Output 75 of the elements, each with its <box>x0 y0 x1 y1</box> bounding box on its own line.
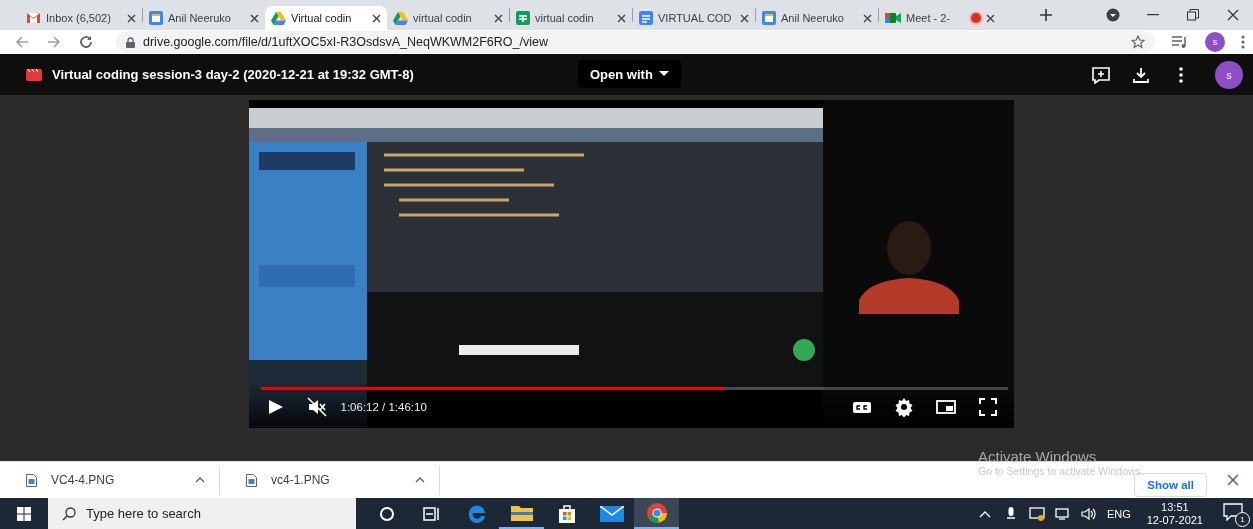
chevron-up-icon[interactable] <box>415 477 425 483</box>
profile-menu-icon[interactable] <box>1106 8 1120 22</box>
browser-tab[interactable]: VIRTUAL COD <box>633 6 755 30</box>
browser-tab[interactable]: Meet - 2- <box>879 6 1001 30</box>
image-file-icon <box>26 473 37 487</box>
notification-center[interactable]: 1 <box>1223 502 1247 525</box>
windows-start-icon[interactable] <box>17 506 31 521</box>
back-arrow-icon[interactable] <box>14 34 30 50</box>
activation-title: Activate Windows <box>978 448 1098 465</box>
minimize-icon[interactable] <box>1147 14 1159 16</box>
search-icon <box>62 506 76 521</box>
close-icon[interactable] <box>1227 474 1239 486</box>
volume-icon[interactable] <box>1080 505 1097 522</box>
task-view-icon <box>422 505 441 522</box>
browser-tab[interactable]: virtual codin <box>510 6 632 30</box>
reload-icon[interactable] <box>78 34 94 50</box>
taskbar-clock[interactable]: 13:51 12-07-2021 <box>1146 500 1203 527</box>
chevron-up-icon[interactable] <box>195 477 205 483</box>
playback-time: 1:06:12 / 1:46:10 <box>340 401 427 413</box>
document-icon <box>639 11 653 25</box>
screen-share-icon[interactable] <box>1028 505 1045 522</box>
restore-icon[interactable] <box>1187 9 1199 21</box>
miniplayer-icon[interactable] <box>935 397 956 417</box>
download-item[interactable]: VC4-4.PNG <box>0 465 220 495</box>
download-item[interactable]: vc4-1.PNG <box>220 465 440 495</box>
envelope-icon <box>599 505 624 522</box>
muted-speaker-icon[interactable] <box>306 397 327 417</box>
browser-tab[interactable]: virtual codin <box>387 6 509 30</box>
input-language[interactable]: ENG <box>1106 507 1131 520</box>
forward-arrow-icon[interactable] <box>46 34 62 50</box>
profile-avatar[interactable]: s <box>1205 32 1225 52</box>
open-with-button[interactable]: Open with <box>578 60 681 88</box>
close-icon[interactable] <box>740 13 749 23</box>
close-icon[interactable] <box>250 13 259 23</box>
add-comment-icon[interactable] <box>1091 64 1111 85</box>
address-bar[interactable]: drive.google.com/file/d/1uftXOC5xI-R3OsdsvA_NeqWKWM2F6RO_/view <box>116 31 1155 53</box>
chrome-browser-icon <box>645 501 668 524</box>
show-all-button[interactable]: Show all <box>1134 473 1207 497</box>
video-file-icon <box>26 68 42 81</box>
taskbar-search-field[interactable]: Type here to search <box>48 498 356 529</box>
file-title: Virtual coding session-3 day-2 (2020-12-21 at 19:32 GMT-8) <box>52 67 414 82</box>
browser-tab[interactable]: Anil Neeruko <box>756 6 878 30</box>
video-camera-icon <box>885 12 901 24</box>
browser-tab[interactable]: Inbox (6,502) <box>20 6 142 30</box>
circle-icon <box>378 505 395 522</box>
profile-avatar[interactable]: s <box>1215 60 1243 89</box>
lock-icon <box>126 36 135 48</box>
settings-icon[interactable] <box>893 397 914 417</box>
calendar-icon <box>149 11 163 25</box>
mail-icon <box>26 12 41 24</box>
close-icon[interactable] <box>863 13 872 23</box>
caret-icon <box>658 71 669 77</box>
calendar-icon <box>762 11 776 25</box>
close-icon[interactable] <box>494 13 503 23</box>
image-file-icon <box>246 473 257 487</box>
close-icon[interactable] <box>127 13 136 23</box>
shopping-bag-icon <box>556 503 577 524</box>
triangle-icon <box>271 11 286 25</box>
close-icon[interactable] <box>986 13 995 23</box>
notification-icon <box>1223 502 1243 521</box>
spreadsheet-icon <box>516 11 530 25</box>
triangle-icon <box>393 11 408 25</box>
browser-tab[interactable]: Anil Neeruko <box>143 6 265 30</box>
notification-count: 1 <box>1235 511 1250 527</box>
close-icon[interactable] <box>372 13 381 23</box>
fullscreen-icon[interactable] <box>977 397 998 417</box>
folder-icon <box>509 503 534 522</box>
new-tab-icon[interactable] <box>1039 8 1053 22</box>
browser-tab[interactable]: Virtual codin <box>265 6 387 30</box>
star-icon[interactable] <box>1131 35 1145 49</box>
menu-icon[interactable] <box>1241 35 1245 49</box>
media-control-icon[interactable] <box>1171 35 1189 49</box>
close-icon[interactable] <box>617 13 626 23</box>
close-icon[interactable] <box>1227 9 1239 21</box>
network-icon[interactable] <box>1054 505 1071 522</box>
